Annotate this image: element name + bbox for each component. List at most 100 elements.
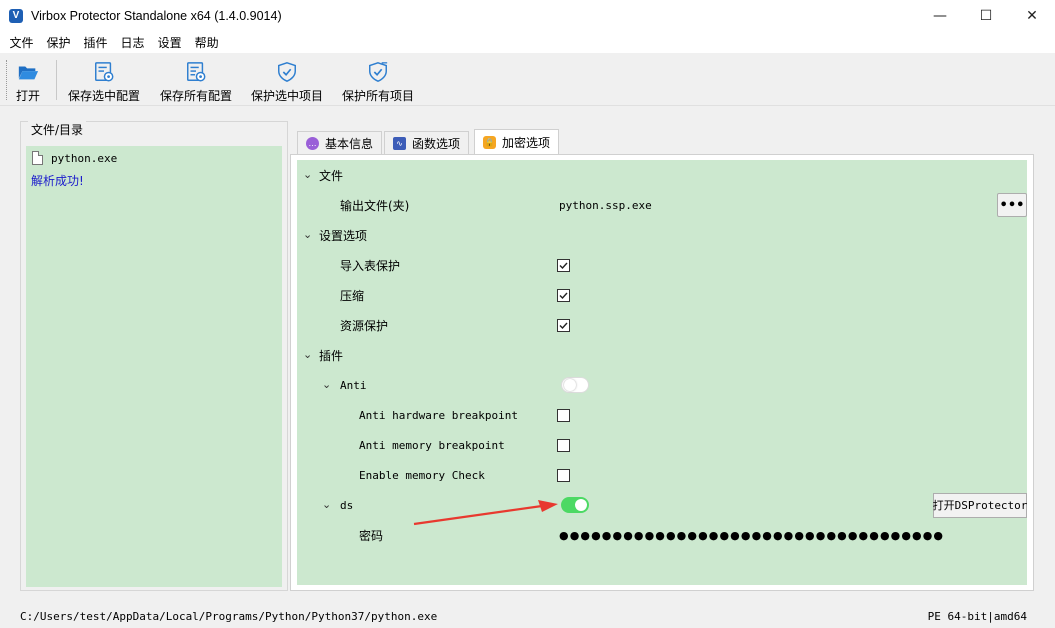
password-label: 密码 [359, 528, 384, 543]
menu-help[interactable]: 帮助 [188, 34, 225, 51]
browse-button[interactable]: ••• [997, 193, 1027, 217]
shield-check-icon [278, 62, 296, 82]
output-file-value[interactable]: python.ssp.exe [559, 199, 652, 212]
minimize-icon: — [933, 7, 947, 24]
plugin-ds[interactable]: ⌄ ds 打开DSProtector [297, 490, 1027, 520]
protect-selected-button[interactable]: 保护选中项目 [251, 58, 323, 104]
mem-check-label: Enable memory Check [359, 468, 485, 482]
output-file-label: 输出文件(夹) [340, 198, 410, 213]
chevron-down-icon[interactable]: ⌄ [303, 169, 313, 180]
check-icon [559, 292, 568, 299]
folder-open-icon [18, 66, 39, 80]
tab-function-options[interactable]: ∿ 函数选项 [384, 131, 470, 154]
mem-check-checkbox[interactable] [557, 468, 570, 482]
chevron-down-icon[interactable]: ⌄ [303, 229, 313, 240]
menu-log[interactable]: 日志 [114, 34, 151, 51]
password-field[interactable]: ●●●●●●●●●●●●●●●●●●●●●●●●●●●●●●●●●●●●●●●● [559, 529, 943, 542]
menu-file[interactable]: 文件 [3, 34, 40, 51]
chevron-down-icon[interactable]: ⌄ [303, 349, 313, 360]
file-tree[interactable]: python.exe 解析成功! [26, 146, 282, 587]
row-anti-mem-bp: Anti memory breakpoint [297, 430, 1027, 460]
parse-status-text: 解析成功! [31, 174, 84, 188]
compress-label: 压缩 [340, 288, 365, 303]
anti-hw-bp-checkbox[interactable] [557, 408, 570, 422]
section-file[interactable]: ⌄ 文件 [297, 160, 1027, 190]
row-output-file: 输出文件(夹) python.ssp.exe ••• [297, 190, 1027, 220]
close-button[interactable]: ✕ [1009, 0, 1055, 31]
anti-mem-bp-checkbox[interactable] [557, 438, 570, 452]
tab-basic-info-label: 基本信息 [325, 136, 374, 151]
anti-mem-bp-label: Anti memory breakpoint [359, 438, 505, 452]
section-settings-label: 设置选项 [319, 228, 368, 243]
maximize-button[interactable]: ☐ [963, 0, 1009, 31]
minimize-button[interactable]: — [917, 0, 963, 31]
close-icon: ✕ [1026, 7, 1038, 24]
tree-item-label: python.exe [51, 151, 118, 165]
import-protect-checkbox[interactable] [557, 258, 570, 272]
resource-protect-checkbox[interactable] [557, 318, 570, 332]
save-selected-label: 保存选中配置 [68, 89, 141, 103]
section-plugins[interactable]: ⌄ 插件 [297, 340, 1027, 370]
window-title: Virbox Protector Standalone x64 (1.4.0.9… [31, 8, 282, 23]
file-icon [32, 151, 43, 165]
title-bar: V Virbox Protector Standalone x64 (1.4.0… [0, 0, 1055, 31]
tab-encryption-options-label: 加密选项 [502, 136, 551, 150]
row-compress: 压缩 [297, 280, 1027, 310]
chevron-down-icon[interactable]: ⌄ [322, 379, 332, 390]
open-dsprotector-button[interactable]: 打开DSProtector [933, 492, 1027, 518]
section-settings[interactable]: ⌄ 设置选项 [297, 220, 1027, 250]
chevron-down-icon[interactable]: ⌄ [322, 499, 332, 510]
tree-item-file[interactable]: python.exe [32, 151, 117, 165]
toggle-knob [564, 379, 576, 391]
protect-selected-label: 保护选中项目 [251, 89, 324, 103]
save-all-config-icon [187, 62, 206, 82]
resource-protect-label: 资源保护 [340, 318, 389, 333]
menu-protect[interactable]: 保护 [40, 34, 77, 51]
check-icon [559, 262, 568, 269]
row-mem-check: Enable memory Check [297, 460, 1027, 490]
anti-toggle[interactable] [561, 377, 589, 393]
tab-function-options-label: 函数选项 [412, 136, 461, 151]
anti-hw-bp-label: Anti hardware breakpoint [359, 408, 518, 422]
protect-all-button[interactable]: 保护所有项目 [342, 58, 414, 104]
row-import-protect: 导入表保护 [297, 250, 1027, 280]
function-wave-icon: ∿ [393, 136, 406, 150]
plugin-anti-label: Anti [340, 378, 367, 392]
import-protect-label: 导入表保护 [340, 258, 401, 273]
maximize-icon: ☐ [979, 7, 993, 24]
shield-check-all-icon [369, 62, 388, 82]
plugin-anti[interactable]: ⌄ Anti [297, 370, 1027, 400]
check-icon [559, 322, 568, 329]
tab-encryption-options[interactable]: 🔒 加密选项 [474, 129, 560, 155]
protect-all-label: 保护所有项目 [342, 89, 415, 103]
toolbar-grip[interactable] [6, 60, 8, 100]
parse-status: 解析成功! [31, 172, 84, 189]
row-password: 密码 ●●●●●●●●●●●●●●●●●●●●●●●●●●●●●●●●●●●●●… [297, 520, 1027, 550]
status-file-path: C:/Users/test/AppData/Local/Programs/Pyt… [20, 610, 438, 623]
menu-settings[interactable]: 设置 [151, 34, 188, 51]
row-resource-protect: 资源保护 [297, 310, 1027, 340]
tab-basic-info[interactable]: … 基本信息 [297, 131, 383, 154]
app-icon: V [9, 8, 23, 23]
section-file-label: 文件 [319, 168, 344, 183]
compress-checkbox[interactable] [557, 288, 570, 302]
toolbar-separator [56, 60, 57, 100]
section-plugins-label: 插件 [319, 348, 344, 363]
property-grid: ⌄ 文件 输出文件(夹) python.ssp.exe ••• ⌄ 设置选项 导… [297, 160, 1027, 585]
save-config-icon [95, 62, 114, 82]
toggle-knob [575, 499, 587, 511]
status-architecture: PE 64-bit|amd64 [927, 610, 1027, 623]
open-button[interactable]: 打开 [16, 58, 40, 104]
row-anti-hw-bp: Anti hardware breakpoint [297, 400, 1027, 430]
toolbar: 打开 保存选中配置 保存所有配置 保护选中项目 保护所有项目 [0, 54, 1055, 106]
save-selected-button[interactable]: 保存选中配置 [68, 58, 140, 104]
chat-bubble-icon: … [306, 136, 319, 150]
save-all-button[interactable]: 保存所有配置 [160, 58, 232, 104]
menu-bar: 文件 保护 插件 日志 设置 帮助 [0, 31, 1055, 53]
save-all-label: 保存所有配置 [160, 89, 233, 103]
annotation-arrow-icon [413, 500, 558, 526]
plugin-ds-label: ds [340, 498, 354, 512]
lock-icon: 🔒 [483, 136, 496, 149]
menu-plugins[interactable]: 插件 [77, 34, 114, 51]
open-label: 打开 [16, 89, 41, 103]
